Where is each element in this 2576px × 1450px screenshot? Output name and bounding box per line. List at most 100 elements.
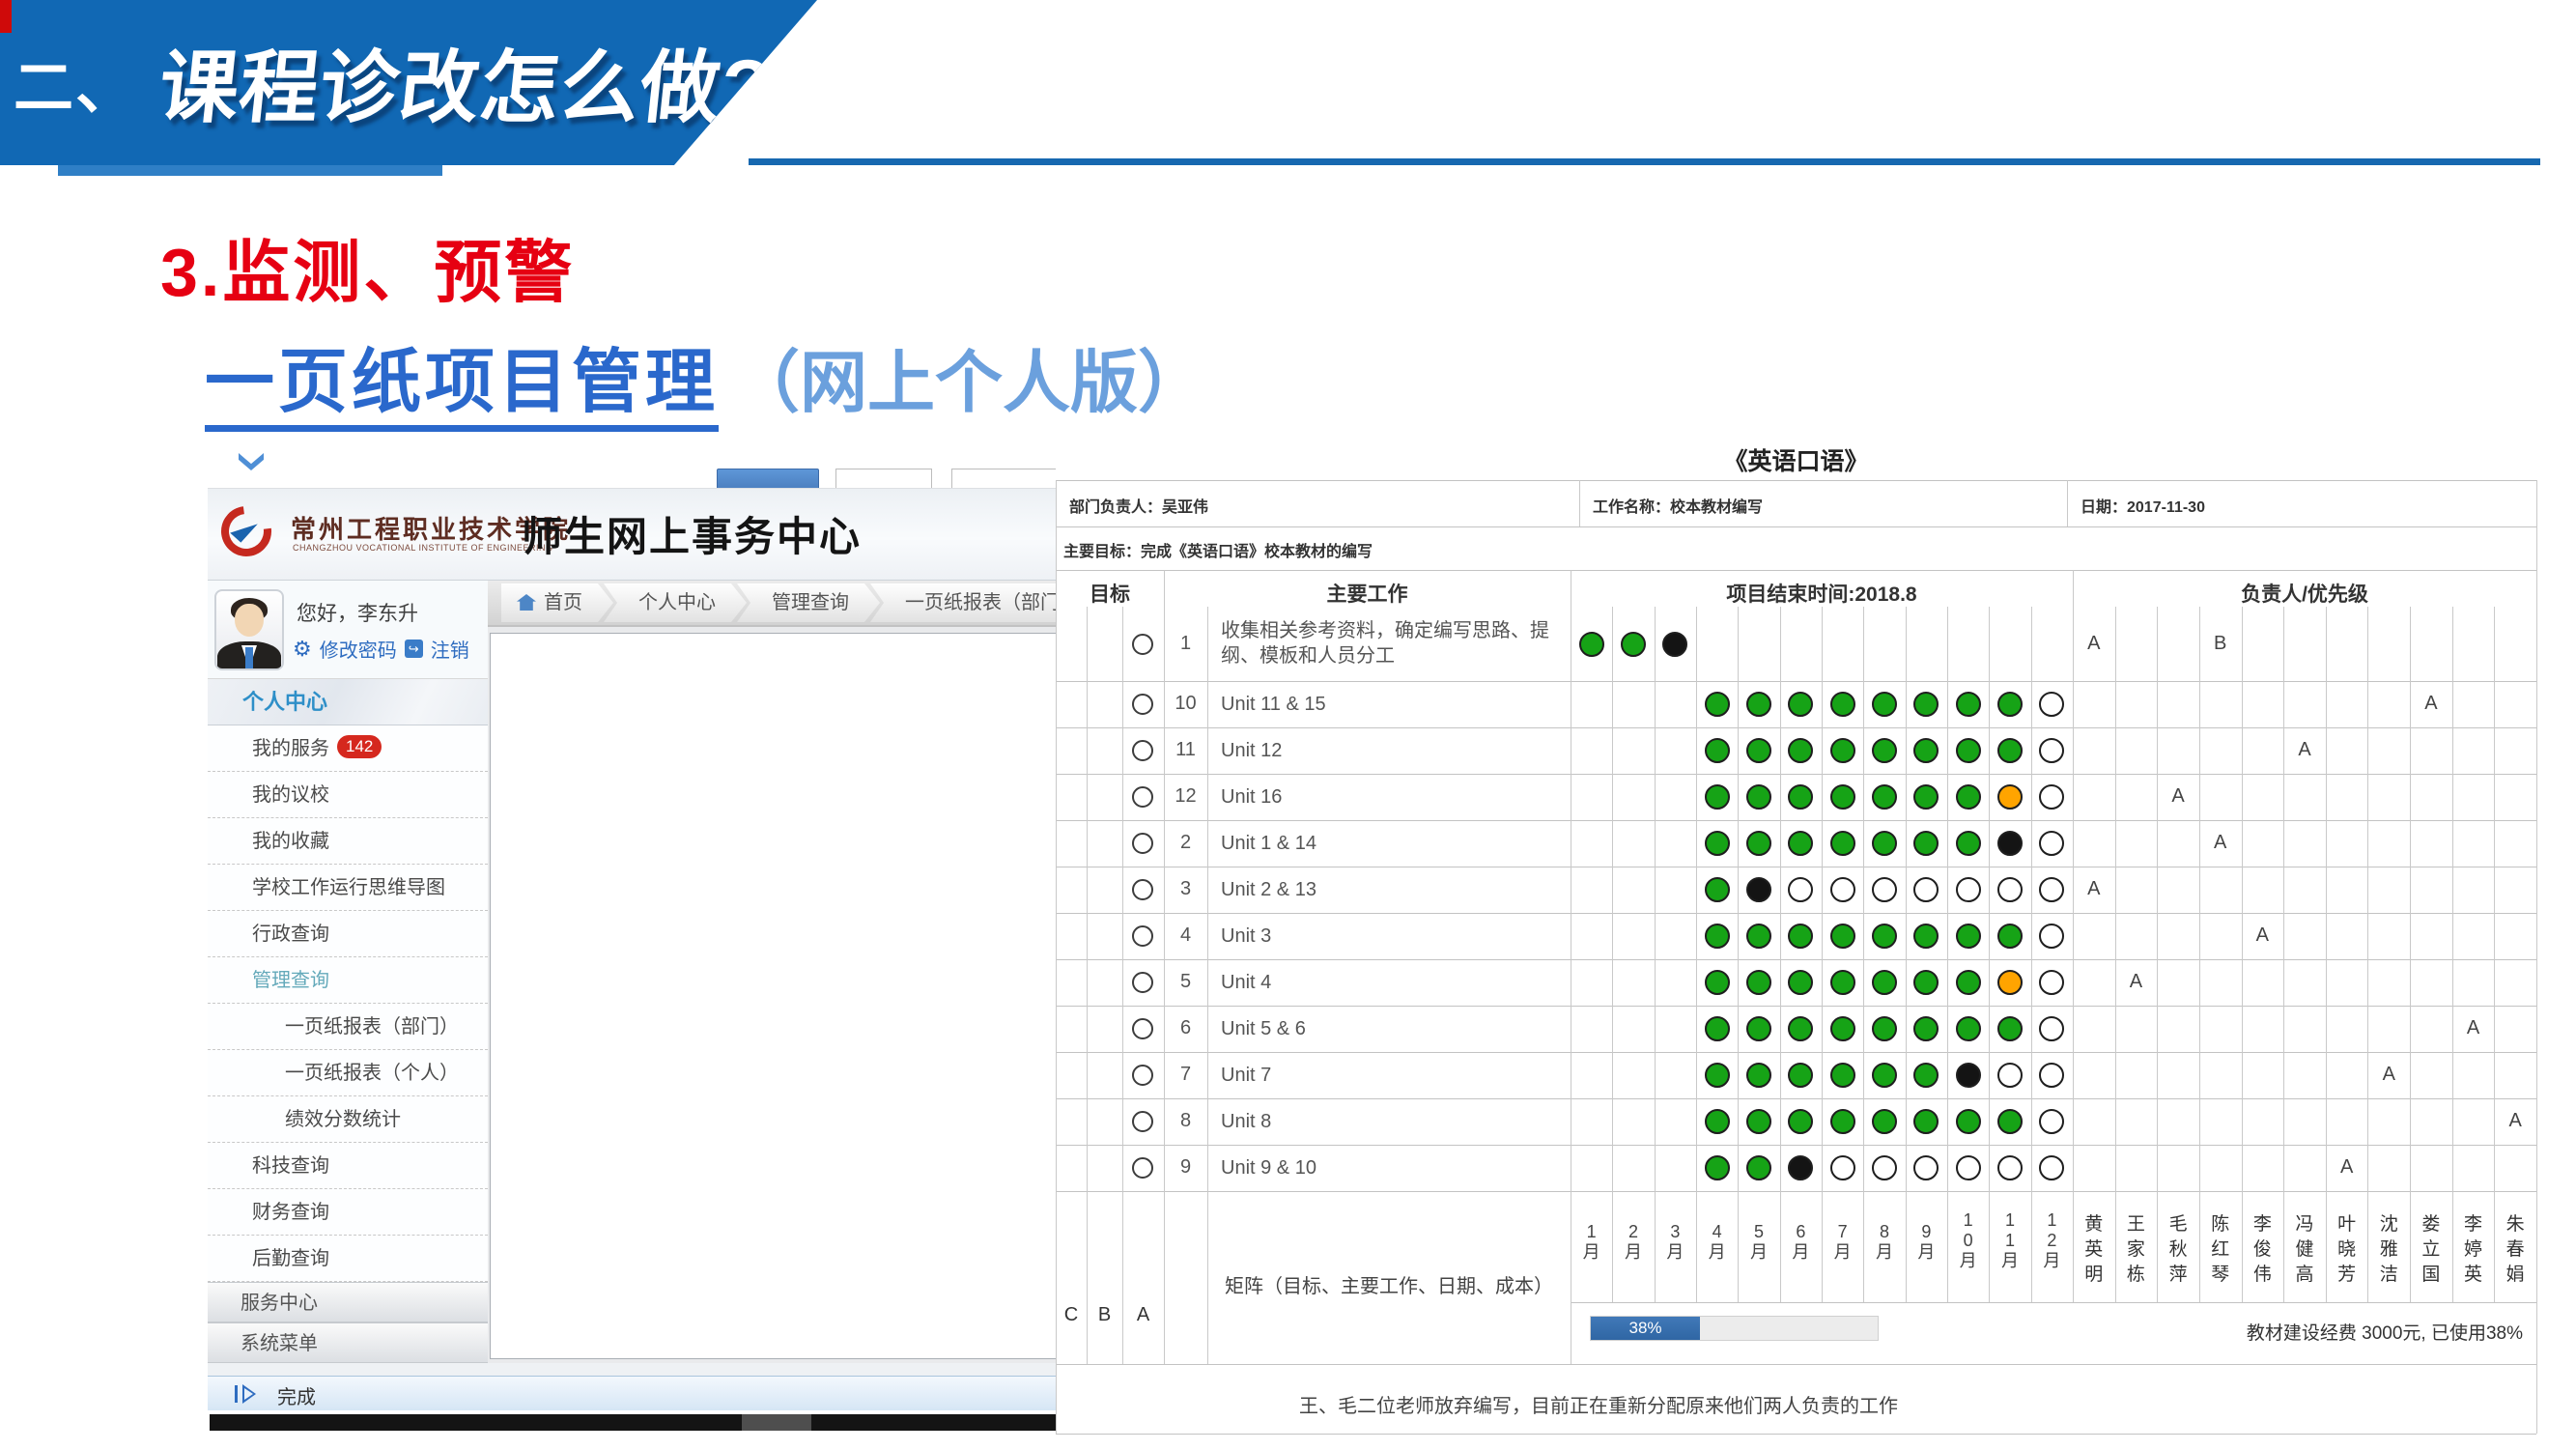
sidebar-item-14[interactable]: 系统菜单	[208, 1322, 488, 1363]
status-dot-green	[1705, 784, 1730, 810]
sidebar-item-1[interactable]: 我的服务142	[208, 725, 488, 772]
status-dot-green	[1956, 924, 1981, 949]
sidebar-item-9[interactable]: 绩效分数统计	[208, 1096, 488, 1143]
status-dot-hollow	[1872, 1155, 1897, 1180]
video-timeline[interactable]	[210, 1414, 1065, 1431]
grid-line	[1056, 1098, 2536, 1099]
status-dot-green	[1913, 784, 1939, 810]
chevron-down-icon[interactable]	[239, 453, 264, 470]
sidebar-item-7[interactable]: 一页纸报表（部门）	[208, 1004, 488, 1050]
status-dot-green	[1746, 1109, 1771, 1134]
month-label: 5月	[1738, 1222, 1779, 1263]
status-dot-green	[1705, 1155, 1730, 1180]
goal-circle	[1132, 786, 1153, 808]
month-label: 4月	[1696, 1222, 1738, 1263]
status-dot-green	[1956, 970, 1981, 995]
user-panel: 您好，李东升 ⚙ 修改密码 ↪ 注销	[208, 581, 488, 679]
col-header-goal: 目标	[1056, 579, 1164, 608]
report-note: 王、毛二位老师放弃编写，目前正在重新分配原来他们两人负责的工作	[1299, 1390, 2516, 1418]
goal-circle	[1132, 925, 1153, 947]
change-password-link[interactable]: 修改密码	[320, 635, 397, 663]
breadcrumb-item[interactable]: 个人中心	[604, 583, 747, 622]
logout-icon: ↪	[405, 640, 423, 658]
assignee-priority: A	[2283, 739, 2326, 761]
status-dot-black	[1662, 632, 1687, 657]
grid-line	[2326, 607, 2327, 1302]
status-dot-green	[1788, 784, 1813, 810]
status-dot-green	[1746, 1016, 1771, 1041]
portal-header: 常州工程职业技术学院 CHANGZHOU VOCATIONAL INSTITUT…	[208, 488, 1067, 581]
task-label: Unit 9 & 10	[1221, 1155, 1561, 1180]
status-dot-green	[1705, 924, 1730, 949]
status-dot-green	[1830, 1109, 1855, 1134]
status-dot-black	[1746, 877, 1771, 902]
breadcrumb-item[interactable]: 一页纸报表（部门）	[870, 583, 1067, 622]
priority-column-letter: C	[1062, 1304, 1081, 1326]
status-dot-green	[1872, 970, 1897, 995]
status-dot-hollow	[1997, 1155, 2023, 1180]
grid-line	[2367, 607, 2368, 1302]
top-input-box-1[interactable]	[835, 469, 932, 490]
sidebar-item-4[interactable]: 学校工作运行思维导图	[208, 865, 488, 911]
grid-line	[1164, 570, 1165, 1364]
sidebar-item-3[interactable]: 我的收藏	[208, 818, 488, 865]
browser-status-bar: 完成	[208, 1376, 1067, 1410]
banner-title: 课程诊改怎么做?	[155, 23, 778, 138]
row-number: 12	[1164, 785, 1207, 808]
user-greeting: 您好，李东升	[297, 598, 418, 627]
grid-line	[1056, 774, 2536, 775]
task-label: Unit 16	[1221, 784, 1561, 810]
bottom-filler	[208, 1363, 1067, 1376]
sidebar-item-8[interactable]: 一页纸报表（个人）	[208, 1050, 488, 1096]
status-dot-green	[1705, 1063, 1730, 1088]
person-name: 李俊伟	[2242, 1212, 2284, 1288]
sidebar-item-13[interactable]: 服务中心	[208, 1282, 488, 1322]
grid-line	[2452, 607, 2453, 1302]
task-label: Unit 11 & 15	[1221, 692, 1561, 717]
report-table: 部门负责人：吴亚伟工作名称：校本教材编写日期：2017-11-30主要目标：完成…	[1056, 440, 2540, 1435]
month-label: 8月	[1863, 1222, 1905, 1263]
top-blue-button[interactable]	[717, 469, 819, 490]
goal-circle	[1132, 1065, 1153, 1086]
sidebar-item-5[interactable]: 行政查询	[208, 911, 488, 957]
row-number: 9	[1164, 1156, 1207, 1179]
sidebar-item-6[interactable]: 管理查询	[208, 957, 488, 1004]
row-number: 6	[1164, 1017, 1207, 1039]
row-number: 8	[1164, 1110, 1207, 1132]
assignee-priority: A	[2073, 878, 2115, 900]
main-content-panel	[490, 633, 1067, 1359]
slide-heading-blue: 一页纸项目管理	[205, 344, 719, 432]
status-dot-orange	[1997, 784, 2023, 810]
status-dot-green	[1705, 1016, 1730, 1041]
status-dot-green	[1913, 1063, 1939, 1088]
grid-line	[1947, 607, 1948, 1302]
goal-circle	[1132, 1157, 1153, 1179]
status-dot-green	[1830, 738, 1855, 763]
status-dot-green	[1788, 1063, 1813, 1088]
report-goal: 主要目标：完成《英语口语》校本教材的编写	[1063, 538, 2512, 561]
sidebar-item-11[interactable]: 财务查询	[208, 1189, 488, 1236]
task-label: Unit 3	[1221, 924, 1561, 949]
top-input-box-2[interactable]	[951, 469, 1065, 490]
task-label: Unit 12	[1221, 738, 1561, 763]
breadcrumb-item[interactable]: 首页	[501, 583, 613, 622]
grid-line	[1571, 1302, 2536, 1303]
assignee-priority: A	[2242, 924, 2284, 947]
sidebar-item-2[interactable]: 我的议校	[208, 772, 488, 818]
row-number: 2	[1164, 832, 1207, 854]
logout-link[interactable]: 注销	[431, 635, 469, 663]
notification-badge: 142	[337, 735, 382, 758]
month-label: 11月	[1989, 1210, 2030, 1271]
status-dot-green	[1579, 632, 1604, 657]
sidebar-item-10[interactable]: 科技查询	[208, 1143, 488, 1189]
top-strip	[208, 440, 1067, 488]
status-dot-green	[1788, 831, 1813, 856]
status-dot-green	[1830, 692, 1855, 717]
grid-line	[2242, 607, 2243, 1302]
grid-line	[1056, 727, 2536, 728]
report-screenshot: 《英语口语》 部门负责人：吴亚伟工作名称：校本教材编写日期：2017-11-30…	[1056, 440, 2540, 1435]
priority-column-letter: A	[1134, 1304, 1153, 1326]
breadcrumb-item[interactable]: 管理查询	[737, 583, 880, 622]
status-dot-hollow	[1956, 877, 1981, 902]
sidebar-item-12[interactable]: 后勤查询	[208, 1236, 488, 1282]
